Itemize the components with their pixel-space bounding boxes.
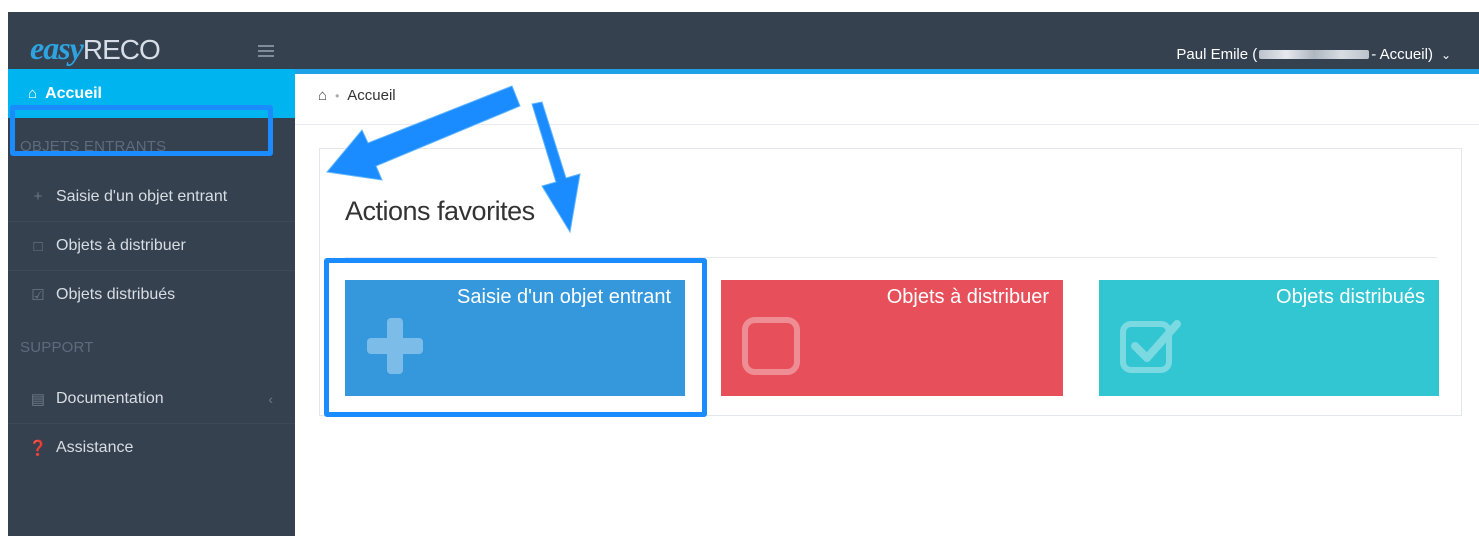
header-accent-line [295, 69, 1479, 74]
sidebar-item-documentation[interactable]: ▤ Documentation ‹ [8, 374, 295, 423]
sidebar-item-label: Objets distribués [56, 286, 176, 303]
tile-label: Objets à distribuer [886, 286, 1049, 308]
sidebar-item-label: Accueil [45, 84, 102, 102]
app-logo[interactable]: easyRECO [30, 30, 161, 66]
redacted-user-id [1259, 50, 1370, 59]
tile-objets-a-distribuer[interactable]: Objets à distribuer [721, 280, 1063, 396]
chevron-down-icon: ⌄ [1440, 47, 1451, 62]
top-bar: easyRECO Paul Emile ( - Accueil) ⌄ [8, 12, 1479, 69]
annotation-highlight-tile [324, 258, 707, 417]
panel-title: Actions favorites [345, 196, 535, 226]
check-square-icon: ☑ [31, 287, 45, 304]
tile-label: Objets distribués [1276, 286, 1425, 308]
breadcrumb-divider [295, 124, 1479, 125]
user-context: - Accueil) [1371, 46, 1433, 63]
book-icon: ▤ [30, 390, 46, 408]
square-icon [742, 317, 800, 375]
breadcrumb: ⌂ • Accueil [318, 87, 396, 104]
home-icon[interactable]: ⌂ [318, 87, 327, 104]
home-icon: ⌂ [28, 85, 38, 102]
breadcrumb-current: Accueil [347, 87, 396, 104]
sidebar-item-assistance[interactable]: ❓ Assistance [8, 423, 295, 472]
tile-objets-distribues[interactable]: Objets distribués [1099, 280, 1439, 396]
left-margin [0, 0, 8, 536]
logo-easy: easy [30, 30, 84, 66]
sidebar-item-saisie[interactable]: + Saisie d'un objet entrant [8, 172, 295, 221]
annotation-highlight-sidebar [10, 105, 273, 156]
user-name: Paul Emile ( [1176, 46, 1258, 63]
sidebar-item-objets-a-distribuer[interactable]: □ Objets à distribuer [8, 221, 295, 270]
plus-icon: + [33, 188, 43, 205]
sidebar-item-label: Documentation [56, 389, 164, 407]
square-icon: □ [33, 237, 43, 255]
sidebar-item-label: Saisie d'un objet entrant [56, 187, 228, 205]
logo-reco: RECO [82, 34, 161, 65]
menu-toggle-icon[interactable] [258, 45, 274, 57]
user-menu[interactable]: Paul Emile ( - Accueil) ⌄ [1176, 46, 1451, 63]
sidebar-item-label: Assistance [56, 439, 134, 456]
chevron-left-icon: ‹ [268, 390, 273, 407]
sidebar-item-objets-distribues[interactable]: ☑ Objets distribués [8, 270, 295, 319]
question-circle-icon: ❓ [28, 440, 48, 457]
check-square-icon [1120, 320, 1181, 373]
sidebar-item-label: Objets à distribuer [56, 237, 186, 254]
breadcrumb-separator: • [335, 88, 340, 103]
section-support: SUPPORT [20, 339, 94, 356]
